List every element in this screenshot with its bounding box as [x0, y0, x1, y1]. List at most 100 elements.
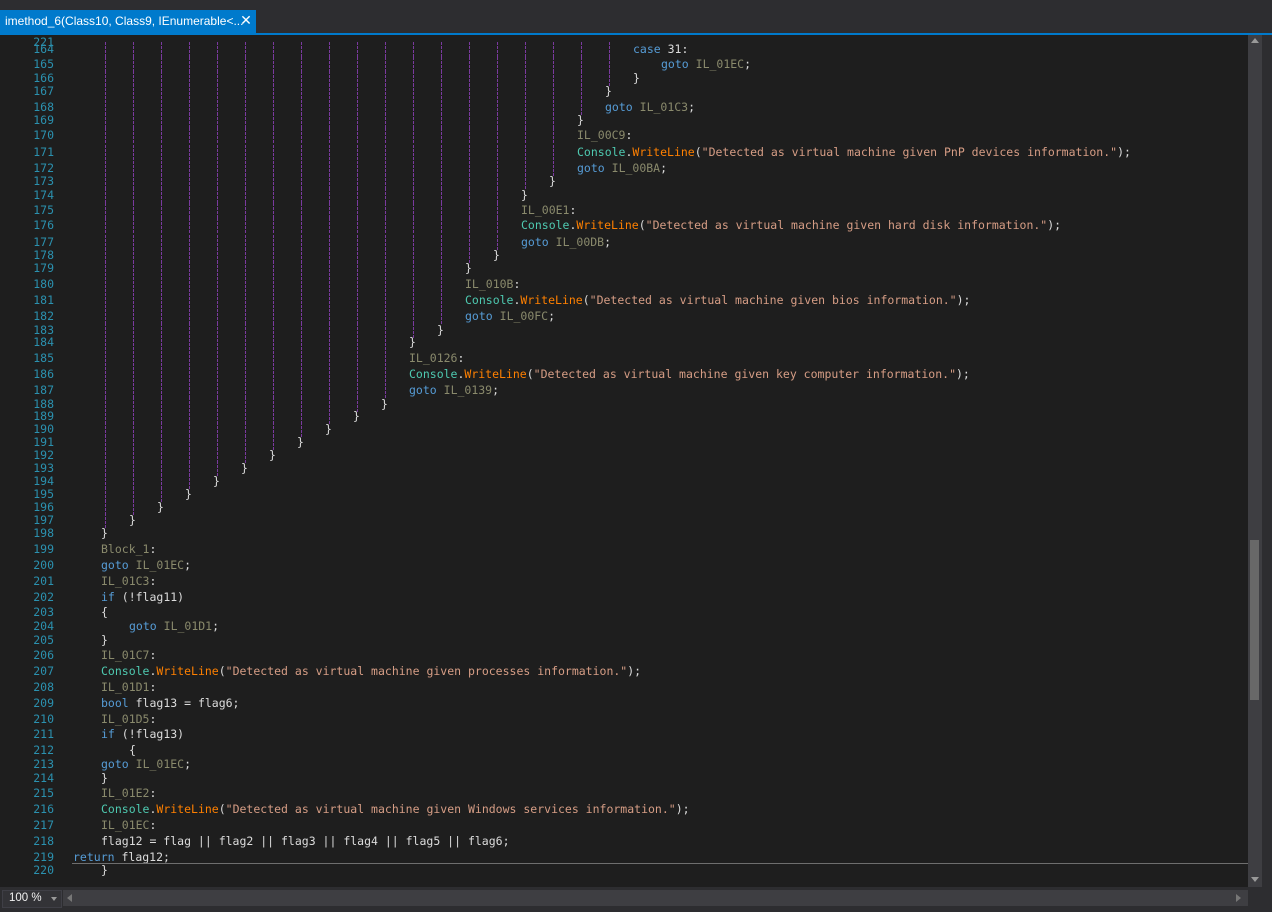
code-line[interactable]: 217 IL_01EC:: [0, 818, 1248, 833]
indent-guide: [245, 203, 246, 218]
code-line[interactable]: 175 IL_00E1:: [0, 203, 1248, 218]
indent-guide: [189, 293, 190, 308]
code-line[interactable]: 169}: [0, 113, 1248, 128]
indent-guide: [133, 57, 134, 72]
indent-guide: [105, 277, 106, 292]
code-line[interactable]: 221: [0, 35, 1248, 50]
indent-guide: [217, 203, 218, 218]
code-token: );: [1117, 145, 1131, 159]
indent-guide: [469, 128, 470, 143]
code-line[interactable]: 218 flag12 = flag || flag2 || flag3 || fl…: [0, 834, 1248, 849]
code-editor[interactable]: 164 case 31: 165 goto IL_01EC; 166} 167} 168 go…: [0, 35, 1248, 887]
scroll-thumb[interactable]: [1250, 540, 1259, 700]
indent-guide: [133, 293, 134, 308]
code-line[interactable]: 209 bool flag13 = flag6;: [0, 696, 1248, 711]
indent-guide: [497, 113, 498, 128]
scroll-up-icon[interactable]: [1251, 38, 1259, 43]
code-line[interactable]: 208 IL_01D1:: [0, 680, 1248, 695]
code-line[interactable]: 212 {: [0, 743, 1248, 758]
code-line[interactable]: 173}: [0, 174, 1248, 189]
code-line[interactable]: 167}: [0, 84, 1248, 99]
indent-guide: [441, 145, 442, 160]
code-line[interactable]: 216 Console.WriteLine("Detected as virtua…: [0, 802, 1248, 817]
code-token: :: [149, 712, 157, 726]
code-token: }: [157, 500, 164, 514]
code-line[interactable]: 214}: [0, 771, 1248, 786]
code-line[interactable]: 171 Console.WriteLine("Detected as virtua…: [0, 145, 1248, 160]
indent-guide: [385, 57, 386, 72]
line-number: 218: [33, 834, 54, 848]
code-token: }: [129, 513, 136, 527]
code-line[interactable]: 204 goto IL_01D1;: [0, 619, 1248, 634]
indent-guide: [133, 174, 134, 189]
indent-guide: [469, 188, 470, 203]
scroll-right-icon[interactable]: [1236, 894, 1241, 902]
code-token: (: [694, 145, 702, 159]
code-token: bool: [101, 696, 129, 710]
code-line[interactable]: 200 goto IL_01EC;: [0, 558, 1248, 573]
code-text: }: [101, 526, 108, 541]
chevron-down-icon[interactable]: [51, 897, 57, 901]
code-line[interactable]: 185 IL_0126:: [0, 351, 1248, 366]
line-number: 179: [33, 261, 54, 275]
scroll-down-icon[interactable]: [1251, 877, 1259, 882]
code-text: goto IL_0139;: [409, 383, 499, 398]
indent-guide: [385, 128, 386, 143]
indent-guide: [105, 113, 106, 128]
code-line[interactable]: 180 IL_010B:: [0, 277, 1248, 292]
code-line[interactable]: 211 if (!flag13): [0, 727, 1248, 742]
code-line[interactable]: 182 goto IL_00FC;: [0, 309, 1248, 324]
code-line[interactable]: 181 Console.WriteLine("Detected as virtua…: [0, 293, 1248, 308]
code-line[interactable]: 210 IL_01D5:: [0, 712, 1248, 727]
scroll-left-icon[interactable]: [67, 894, 72, 902]
indent-guide: [329, 174, 330, 189]
code-line[interactable]: 202 if (!flag11): [0, 590, 1248, 605]
code-line[interactable]: 187 goto IL_0139;: [0, 383, 1248, 398]
indent-guide: [273, 367, 274, 382]
code-line[interactable]: 207 Console.WriteLine("Detected as virtua…: [0, 664, 1248, 679]
line-number: 173: [33, 174, 54, 188]
code-line[interactable]: 201 IL_01C3:: [0, 574, 1248, 589]
code-token: goto: [101, 558, 129, 572]
indent-guide: [273, 113, 274, 128]
code-line[interactable]: 176 Console.WriteLine("Detected as virtua…: [0, 218, 1248, 233]
code-line[interactable]: 165 goto IL_01EC;: [0, 57, 1248, 72]
code-line[interactable]: 184}: [0, 335, 1248, 350]
close-icon[interactable]: ✕: [238, 12, 254, 30]
line-number: 216: [33, 802, 54, 816]
code-token: }: [185, 487, 192, 501]
line-number: 187: [33, 383, 54, 397]
code-line[interactable]: 199 Block_1:: [0, 542, 1248, 557]
indent-guide: [245, 218, 246, 233]
code-token: Console: [409, 367, 458, 381]
code-line[interactable]: 205}: [0, 633, 1248, 648]
window-edge: [1262, 35, 1272, 912]
code-line[interactable]: 174}: [0, 188, 1248, 203]
indent-guide: [441, 203, 442, 218]
indent-guide: [357, 351, 358, 366]
code-line[interactable]: 186 Console.WriteLine("Detected as virtua…: [0, 367, 1248, 382]
indent-guide: [189, 218, 190, 233]
code-token: if: [101, 590, 115, 604]
horizontal-scrollbar[interactable]: [63, 890, 1248, 906]
tab-method[interactable]: imethod_6(Class10, Class9, IEnumerable<.…: [0, 10, 256, 33]
indent-guide: [525, 84, 526, 99]
code-line[interactable]: 215 IL_01E2:: [0, 786, 1248, 801]
code-text: IL_00E1:: [521, 203, 576, 218]
indent-guide: [245, 174, 246, 189]
code-line[interactable]: 170 IL_00C9:: [0, 128, 1248, 143]
vertical-scrollbar[interactable]: [1248, 35, 1262, 887]
indent-guide: [497, 203, 498, 218]
code-line[interactable]: 203 {: [0, 605, 1248, 620]
line-number: 169: [33, 113, 54, 127]
code-line[interactable]: 179}: [0, 261, 1248, 276]
zoom-select[interactable]: 100 %: [2, 890, 62, 908]
indent-guide: [301, 57, 302, 72]
code-token: WriteLine: [156, 802, 219, 816]
indent-guide: [469, 113, 470, 128]
indent-guide: [245, 84, 246, 99]
code-line[interactable]: 213 goto IL_01EC;: [0, 757, 1248, 772]
code-line[interactable]: 198}: [0, 526, 1248, 541]
code-line[interactable]: 220}: [0, 863, 1248, 878]
code-line[interactable]: 206 IL_01C7:: [0, 648, 1248, 663]
